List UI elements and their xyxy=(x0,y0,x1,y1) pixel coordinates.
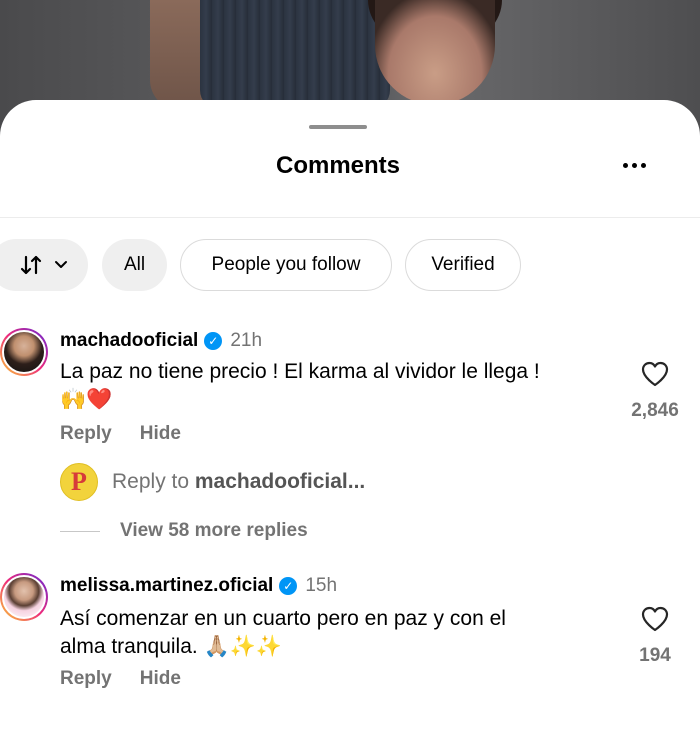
sort-button[interactable] xyxy=(0,239,88,291)
header-divider xyxy=(0,217,700,218)
comment-timestamp: 15h xyxy=(305,575,338,596)
comment-actions: Reply Hide xyxy=(60,668,181,690)
avatar[interactable] xyxy=(0,328,48,376)
heart-icon[interactable] xyxy=(640,360,670,388)
comment-text: La paz no tiene precio ! El karma al viv… xyxy=(60,358,620,414)
dot-icon xyxy=(631,162,637,168)
reply-button[interactable]: Reply xyxy=(60,668,112,690)
comment-timestamp: 21h xyxy=(230,330,263,351)
my-avatar: P xyxy=(60,463,98,501)
chevron-down-icon xyxy=(55,261,67,268)
hide-button[interactable]: Hide xyxy=(140,668,181,690)
like-group: 2,846 xyxy=(620,360,690,422)
avatar-image xyxy=(2,575,46,619)
replies-line xyxy=(60,530,100,532)
reply-input[interactable]: Reply to machadooficial... xyxy=(112,470,365,494)
filter-bar: All People you follow Verified xyxy=(0,239,700,291)
comment-emoji: 🙌❤️ xyxy=(60,388,113,411)
filter-chip-verified[interactable]: Verified xyxy=(405,239,521,291)
reply-button[interactable]: Reply xyxy=(60,423,112,445)
avatar-image xyxy=(2,330,46,374)
like-group: 194 xyxy=(620,605,690,667)
drag-handle[interactable] xyxy=(309,125,367,129)
comment-body-line1: Así comenzar en un cuarto pero en paz y … xyxy=(60,607,506,630)
reply-composer: P Reply to machadooficial... xyxy=(60,462,365,502)
filter-chip-all[interactable]: All xyxy=(102,239,167,291)
comment-header: melissa.martinez.oficial ✓ 15h xyxy=(60,575,337,597)
like-count: 194 xyxy=(639,645,671,666)
reply-target: machadooficial... xyxy=(194,470,366,493)
comment-body: La paz no tiene precio ! El karma al viv… xyxy=(60,360,540,383)
more-options-button[interactable] xyxy=(614,150,654,180)
dot-icon xyxy=(622,162,628,168)
comment-text: Así comenzar en un cuarto pero en paz y … xyxy=(60,605,620,661)
photo-face xyxy=(375,0,495,105)
comment-header: machadooficial ✓ 21h xyxy=(60,330,262,352)
comment-body-line2: alma tranquila. 🙏🏼✨✨ xyxy=(60,635,283,658)
dot-icon xyxy=(640,162,646,168)
comment-username[interactable]: machadooficial xyxy=(60,330,198,352)
like-count: 2,846 xyxy=(631,400,679,421)
sort-arrows-icon xyxy=(20,255,42,275)
comment-username[interactable]: melissa.martinez.oficial xyxy=(60,575,273,597)
verified-badge-icon: ✓ xyxy=(279,577,298,595)
avatar-logo-icon: P xyxy=(71,467,87,496)
avatar[interactable] xyxy=(0,573,48,621)
hide-button[interactable]: Hide xyxy=(140,423,181,445)
sheet-title: Comments xyxy=(275,152,401,179)
verified-badge-icon: ✓ xyxy=(204,332,223,350)
photo-jacket xyxy=(200,0,390,110)
filter-chip-people-you-follow[interactable]: People you follow xyxy=(180,239,392,291)
reply-prefix: Reply to xyxy=(112,470,195,493)
view-more-replies[interactable]: View 58 more replies xyxy=(60,520,308,542)
view-replies-label: View 58 more replies xyxy=(120,520,308,541)
heart-icon[interactable] xyxy=(640,605,670,633)
comment-actions: Reply Hide xyxy=(60,423,181,445)
